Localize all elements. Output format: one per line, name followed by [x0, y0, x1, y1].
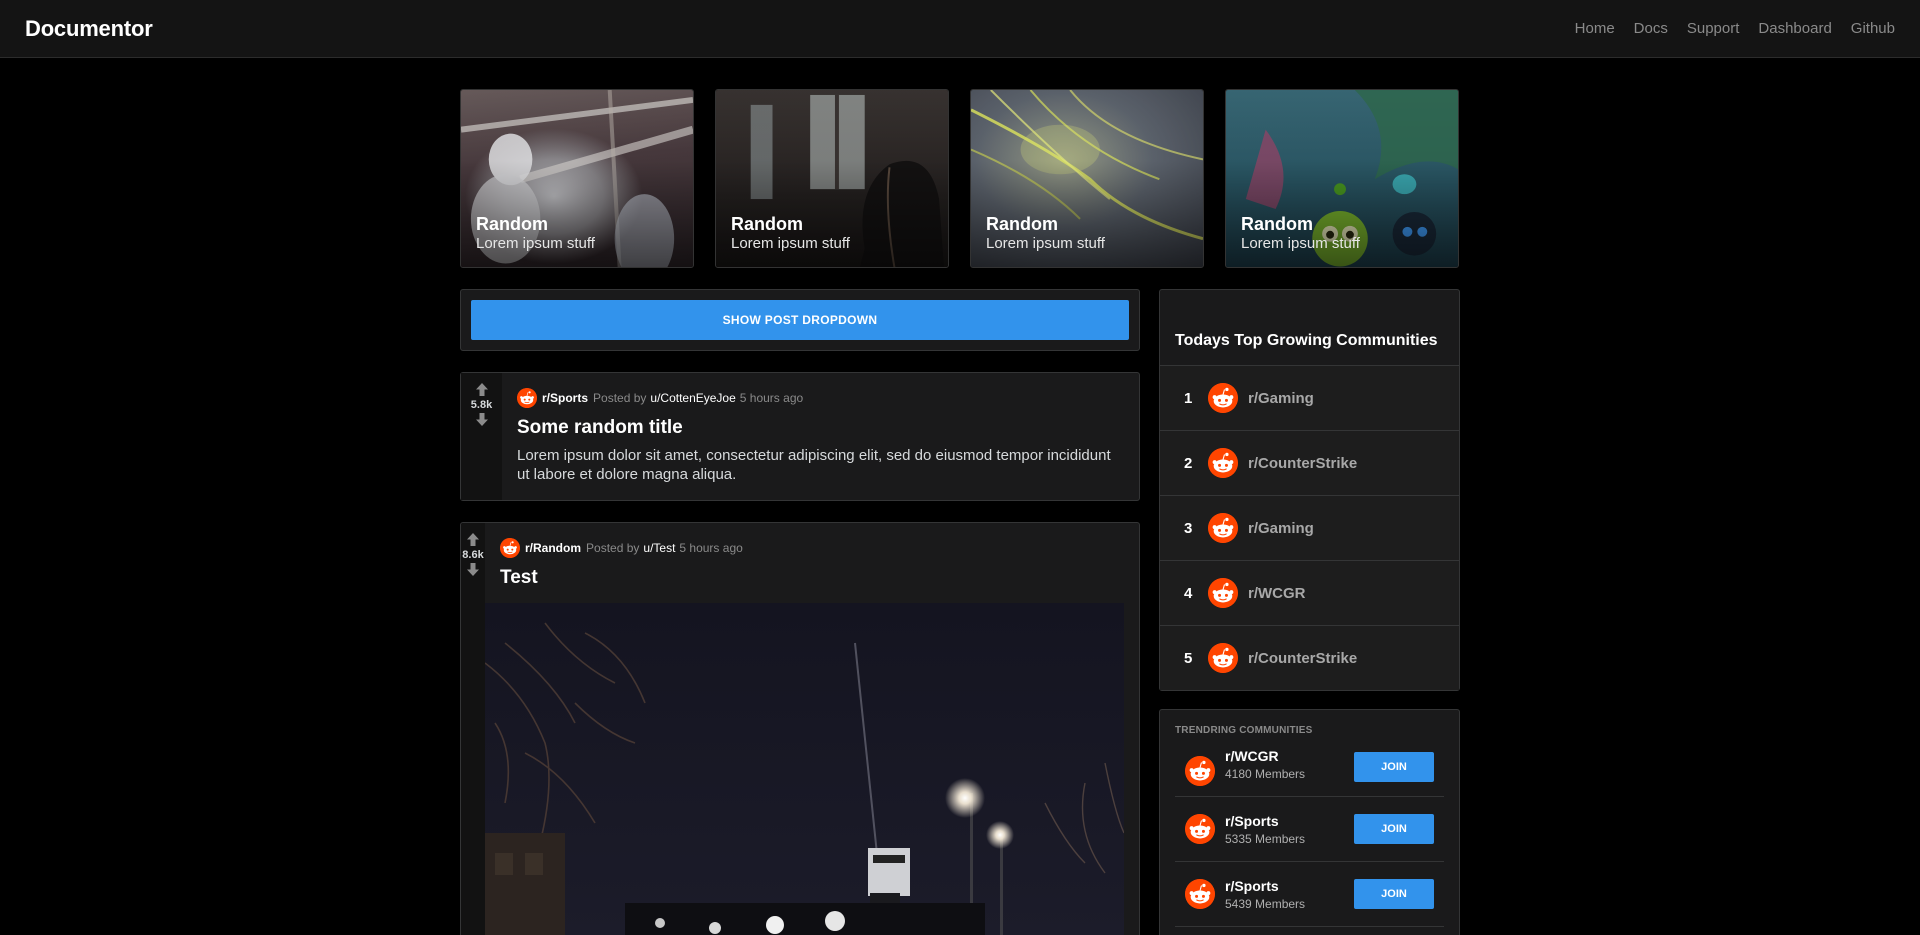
- show-post-dropdown-button[interactable]: SHOW POST DROPDOWN: [471, 300, 1129, 340]
- vote-column: 8.6k: [461, 523, 485, 935]
- post-card[interactable]: 8.6k r/Random Posted by u/Test 5 hours a…: [460, 522, 1140, 935]
- card-title: Random: [986, 214, 1058, 234]
- community-name[interactable]: r/WCGR: [1248, 585, 1306, 602]
- trending-info: r/WCGR 4180 Members: [1225, 748, 1354, 781]
- featured-cards: Random Lorem ipsum stuff Random Lorem ip…: [460, 89, 1460, 268]
- trending-name[interactable]: r/Sports: [1225, 878, 1354, 894]
- trending-info: r/Sports 5439 Members: [1225, 878, 1354, 911]
- reddit-avatar-icon: [517, 388, 537, 408]
- card-subtitle: Lorem ipsum stuff: [986, 235, 1105, 252]
- community-name[interactable]: r/Gaming: [1248, 390, 1314, 407]
- trending-members: 5335 Members: [1225, 831, 1306, 846]
- post-subreddit[interactable]: r/Sports: [542, 391, 588, 405]
- reddit-avatar-icon: [1185, 879, 1215, 909]
- post-body: r/Random Posted by u/Test 5 hours ago Te…: [485, 523, 1139, 935]
- post-author[interactable]: u/CottenEyeJoe: [650, 391, 735, 405]
- vote-column: 5.8k: [461, 373, 502, 500]
- night-street-image: [485, 603, 1124, 935]
- posted-by-label: Posted by: [593, 391, 647, 405]
- sidebar: Todays Top Growing Communities 1 r/Gamin…: [1159, 289, 1460, 935]
- community-name[interactable]: r/Gaming: [1248, 520, 1314, 537]
- upvote-icon[interactable]: [467, 533, 479, 546]
- community-row[interactable]: 5 r/CounterStrike: [1160, 625, 1459, 690]
- nav-link-github[interactable]: Github: [1851, 20, 1895, 37]
- join-button[interactable]: JOIN: [1354, 752, 1434, 782]
- nav-links: Home Docs Support Dashboard Github: [1556, 20, 1895, 37]
- downvote-icon[interactable]: [467, 563, 479, 576]
- nav-link-home[interactable]: Home: [1575, 20, 1615, 37]
- nav-link-dashboard[interactable]: Dashboard: [1758, 20, 1831, 37]
- community-row[interactable]: 2 r/CounterStrike: [1160, 430, 1459, 495]
- card-subtitle: Lorem ipsum stuff: [1241, 235, 1360, 252]
- trending-title: TRENDRING COMMUNITIES: [1175, 725, 1313, 736]
- join-button[interactable]: JOIN: [1354, 879, 1434, 909]
- card-title: Random: [476, 214, 548, 234]
- trending-members: 4180 Members: [1225, 767, 1306, 781]
- post-dropdown-box: SHOW POST DROPDOWN: [460, 289, 1140, 351]
- post-time: 5 hours ago: [679, 541, 743, 555]
- trending-row: r/WCGR 4180 Members JOIN: [1175, 744, 1444, 797]
- featured-card[interactable]: Random Lorem ipsum stuff: [970, 89, 1204, 268]
- reddit-avatar-icon: [1208, 383, 1238, 413]
- vote-count: 8.6k: [462, 549, 484, 561]
- reddit-avatar-icon: [1208, 643, 1238, 673]
- trending-name[interactable]: r/Sports: [1225, 813, 1354, 829]
- featured-card[interactable]: Random Lorem ipsum stuff: [460, 89, 694, 268]
- post-card[interactable]: 5.8k r/Sports Posted by u/CottenEyeJoe 5…: [460, 372, 1140, 501]
- upvote-icon[interactable]: [476, 383, 488, 396]
- card-subtitle: Lorem ipsum stuff: [731, 235, 850, 252]
- card-title: Random: [1241, 214, 1313, 234]
- nav-link-support[interactable]: Support: [1687, 20, 1740, 37]
- trending-communities: TRENDRING COMMUNITIES r/WCGR 4180 Member…: [1159, 709, 1460, 935]
- post-title[interactable]: Test: [500, 567, 1124, 589]
- brand-logo[interactable]: Documentor: [25, 16, 153, 42]
- trending-row: r/Sports 5335 Members JOIN: [1175, 797, 1444, 862]
- community-row[interactable]: 3 r/Gaming: [1160, 495, 1459, 560]
- community-rank: 5: [1184, 649, 1193, 667]
- nav-link-docs[interactable]: Docs: [1634, 20, 1668, 37]
- reddit-avatar-icon: [1208, 578, 1238, 608]
- card-title: Random: [731, 214, 803, 234]
- top-growing-communities: Todays Top Growing Communities 1 r/Gamin…: [1159, 289, 1460, 691]
- reddit-avatar-icon: [500, 538, 520, 558]
- trending-info: r/Sports 5335 Members: [1225, 813, 1354, 846]
- reddit-avatar-icon: [1208, 448, 1238, 478]
- post-title[interactable]: Some random title: [517, 417, 1124, 439]
- post-author[interactable]: u/Test: [643, 541, 675, 555]
- community-name[interactable]: r/CounterStrike: [1248, 455, 1357, 472]
- downvote-icon[interactable]: [476, 413, 488, 426]
- featured-card[interactable]: Random Lorem ipsum stuff: [715, 89, 949, 268]
- community-row[interactable]: 1 r/Gaming: [1160, 365, 1459, 430]
- vote-count: 5.8k: [470, 399, 493, 411]
- navbar: Documentor Home Docs Support Dashboard G…: [0, 0, 1920, 58]
- card-subtitle: Lorem ipsum stuff: [476, 235, 595, 252]
- trending-members: 5439 Members: [1225, 896, 1306, 911]
- community-rank: 1: [1184, 389, 1193, 407]
- post-text: Lorem ipsum dolor sit amet, consectetur …: [517, 447, 1111, 483]
- trending-name[interactable]: r/WCGR: [1225, 748, 1354, 764]
- post-meta: r/Random Posted by u/Test 5 hours ago: [500, 538, 1124, 558]
- community-rank: 3: [1184, 519, 1193, 537]
- community-row[interactable]: 4 r/WCGR: [1160, 560, 1459, 625]
- posted-by-label: Posted by: [586, 541, 640, 555]
- community-name[interactable]: r/CounterStrike: [1248, 650, 1357, 667]
- post-meta: r/Sports Posted by u/CottenEyeJoe 5 hour…: [517, 388, 1124, 408]
- top-growing-title: Todays Top Growing Communities: [1175, 332, 1438, 349]
- community-rank: 4: [1184, 584, 1193, 602]
- post-time: 5 hours ago: [739, 391, 804, 405]
- reddit-avatar-icon: [1208, 513, 1238, 543]
- post-subreddit[interactable]: r/Random: [525, 541, 581, 555]
- reddit-avatar-icon: [1185, 814, 1215, 844]
- post-body: r/Sports Posted by u/CottenEyeJoe 5 hour…: [502, 373, 1139, 500]
- trending-row: r/Sports 5439 Members JOIN: [1175, 862, 1444, 927]
- featured-card[interactable]: Random Lorem ipsum stuff: [1225, 89, 1459, 268]
- post-feed: SHOW POST DROPDOWN 5.8k r/Sports Posted …: [460, 289, 1140, 935]
- community-rank: 2: [1184, 454, 1193, 472]
- post-image[interactable]: [485, 603, 1124, 935]
- reddit-avatar-icon: [1185, 756, 1215, 786]
- join-button[interactable]: JOIN: [1354, 814, 1434, 844]
